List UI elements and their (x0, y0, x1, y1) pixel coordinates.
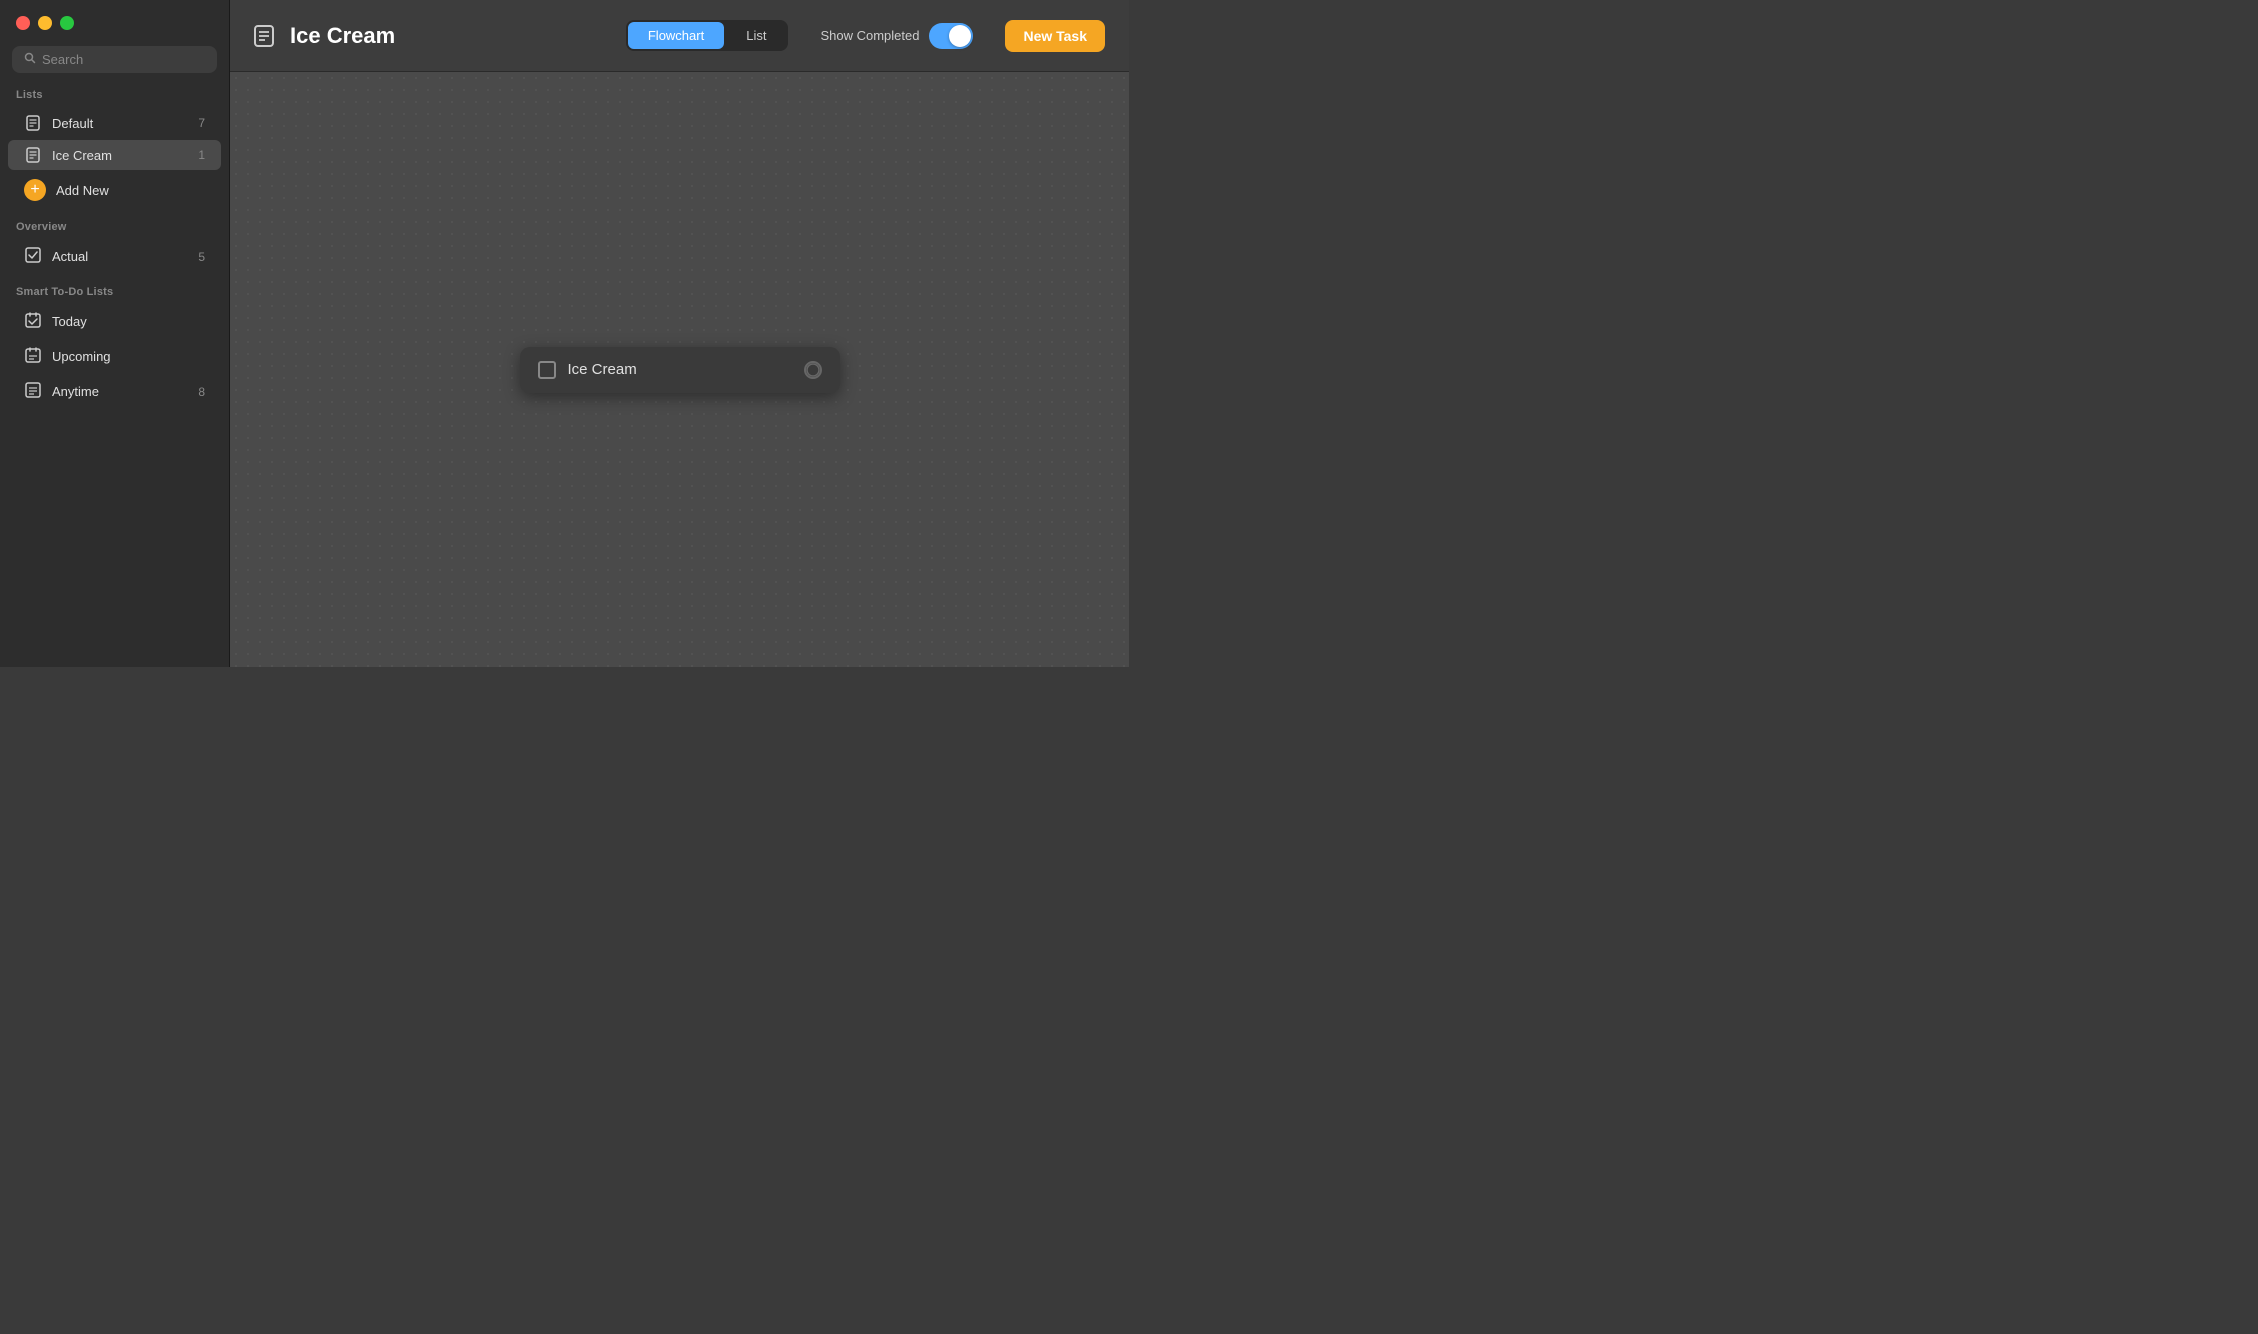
search-label: Search (42, 52, 83, 67)
actual-icon (24, 247, 42, 266)
new-task-button[interactable]: New Task (1005, 20, 1105, 52)
document-icon (24, 147, 42, 163)
sidebar-item-default-label: Default (52, 116, 188, 131)
view-toggle: Flowchart List (626, 20, 789, 51)
traffic-lights (0, 12, 229, 46)
show-completed-toggle[interactable] (929, 23, 973, 49)
sidebar-item-default-badge: 7 (198, 116, 205, 130)
sidebar-item-upcoming[interactable]: Upcoming (8, 340, 221, 373)
task-card[interactable]: Ice Cream (520, 347, 840, 393)
lists-section-label: Lists (0, 89, 229, 107)
search-icon (24, 52, 36, 67)
flowchart-area: Ice Cream (230, 72, 1129, 667)
add-new-button[interactable]: + Add New (8, 172, 221, 208)
sidebar-item-upcoming-label: Upcoming (52, 349, 205, 364)
anytime-icon (24, 382, 42, 401)
show-completed: Show Completed (820, 23, 973, 49)
sidebar-item-anytime-badge: 8 (198, 385, 205, 399)
list-button[interactable]: List (726, 22, 786, 49)
smart-section-label: Smart To-Do Lists (0, 286, 229, 304)
task-checkbox[interactable] (538, 361, 556, 379)
sidebar-item-anytime-label: Anytime (52, 384, 188, 399)
minimize-button[interactable] (38, 16, 52, 30)
search-bar[interactable]: Search (12, 46, 217, 73)
main-content: Ice Cream Flowchart List Show Completed … (230, 0, 1129, 667)
sidebar-item-actual[interactable]: Actual 5 (8, 240, 221, 273)
show-completed-label: Show Completed (820, 28, 919, 43)
document-icon (24, 115, 42, 131)
header-title: Ice Cream (290, 23, 610, 49)
toggle-knob (949, 25, 971, 47)
header-doc-icon (254, 25, 274, 47)
spacer2 (0, 274, 229, 286)
task-info-icon[interactable] (804, 361, 822, 379)
spacer (0, 209, 229, 221)
sidebar-item-actual-label: Actual (52, 249, 188, 264)
sidebar-item-anytime[interactable]: Anytime 8 (8, 375, 221, 408)
add-icon: + (24, 179, 46, 201)
maximize-button[interactable] (60, 16, 74, 30)
sidebar: Search Lists Default 7 Ice Cream 1 (0, 0, 230, 667)
sidebar-item-default[interactable]: Default 7 (8, 108, 221, 138)
sidebar-item-ice-cream-label: Ice Cream (52, 148, 188, 163)
flowchart-button[interactable]: Flowchart (628, 22, 724, 49)
sidebar-item-ice-cream[interactable]: Ice Cream 1 (8, 140, 221, 170)
sidebar-item-today[interactable]: Today (8, 305, 221, 338)
upcoming-icon (24, 347, 42, 366)
close-button[interactable] (16, 16, 30, 30)
today-icon (24, 312, 42, 331)
sidebar-item-today-label: Today (52, 314, 205, 329)
header: Ice Cream Flowchart List Show Completed … (230, 0, 1129, 72)
add-new-label: Add New (56, 183, 109, 198)
overview-section-label: Overview (0, 221, 229, 239)
sidebar-item-ice-cream-badge: 1 (198, 148, 205, 162)
task-label: Ice Cream (568, 361, 792, 378)
sidebar-item-actual-badge: 5 (198, 250, 205, 264)
